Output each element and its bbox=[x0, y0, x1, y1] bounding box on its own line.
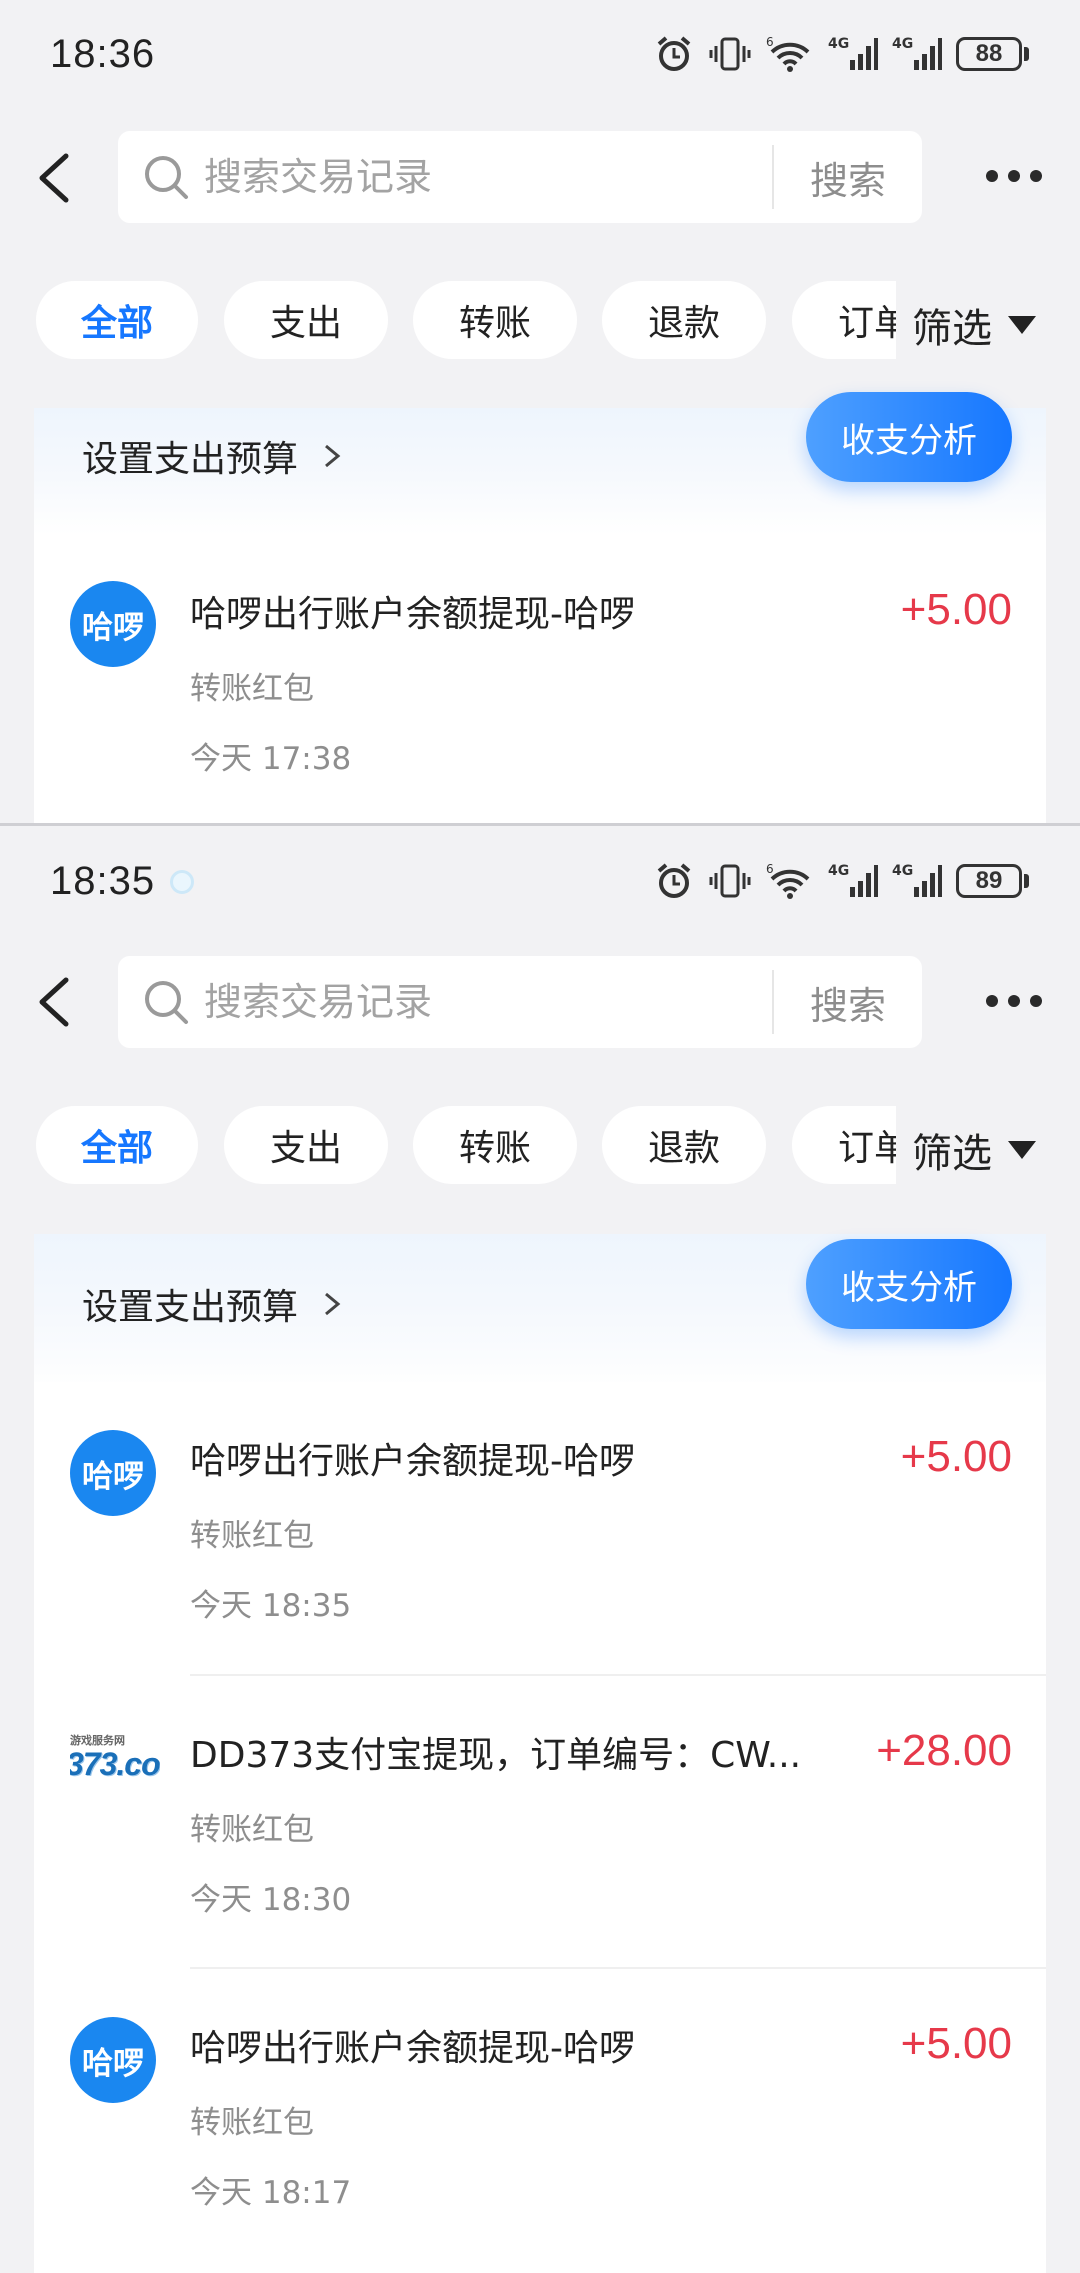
transaction-amount: +5.00 bbox=[900, 585, 1012, 634]
status-time: 18:35 bbox=[50, 859, 156, 903]
hello-logo-icon: 哈啰 bbox=[70, 2017, 156, 2103]
search-button[interactable]: 搜索 bbox=[774, 975, 922, 1030]
signal-4g-icon: 4G bbox=[828, 863, 878, 897]
tab-order-clip: 订单 bbox=[792, 1106, 896, 1184]
vibrate-icon bbox=[709, 37, 751, 71]
search-input[interactable] bbox=[202, 154, 772, 200]
status-icons: 6 4G 4G 88 bbox=[654, 34, 1029, 74]
battery-indicator: 89 bbox=[956, 864, 1029, 898]
wifi-icon: 6 bbox=[766, 35, 810, 72]
chevron-right-icon bbox=[325, 444, 341, 468]
back-arrow-icon[interactable] bbox=[26, 972, 86, 1032]
tab-order[interactable]: 订单 bbox=[792, 281, 896, 359]
filter-label: 筛选 bbox=[912, 306, 992, 352]
back-arrow-icon[interactable] bbox=[26, 148, 86, 208]
tab-order-clip: 订单 bbox=[792, 281, 896, 359]
tab-order[interactable]: 订单 bbox=[792, 1106, 896, 1184]
svg-text:4G: 4G bbox=[828, 863, 849, 879]
battery-level: 88 bbox=[956, 37, 1022, 71]
filter-label: 筛选 bbox=[912, 1131, 992, 1177]
tab-all[interactable]: 全部 bbox=[36, 281, 198, 359]
transaction-category: 转账红包 bbox=[190, 1812, 314, 1848]
tab-expense[interactable]: 支出 bbox=[224, 1106, 388, 1184]
signal-4g-icon: 4G bbox=[892, 863, 942, 897]
transaction-category: 转账红包 bbox=[190, 671, 314, 707]
transaction-row[interactable]: 哈啰 哈啰出行账户余额提现-哈啰 转账红包 今天 17:38 +5.00 bbox=[34, 535, 1046, 823]
tab-refund[interactable]: 退款 bbox=[602, 281, 766, 359]
battery-indicator: 88 bbox=[956, 37, 1029, 71]
search-bar: 搜索 bbox=[118, 131, 922, 223]
transaction-category: 转账红包 bbox=[190, 2105, 314, 2141]
search-button[interactable]: 搜索 bbox=[774, 150, 922, 205]
transaction-time: 今天 18:17 bbox=[190, 2175, 352, 2211]
filter-button[interactable]: 筛选 bbox=[912, 296, 1036, 354]
tab-refund[interactable]: 退款 bbox=[602, 1106, 766, 1184]
tab-all[interactable]: 全部 bbox=[36, 1106, 198, 1184]
search-icon bbox=[145, 981, 188, 1024]
dd373-logo-text: 373.com bbox=[70, 1746, 160, 1782]
more-options-icon[interactable] bbox=[986, 170, 1042, 182]
search-icon bbox=[145, 156, 188, 199]
hello-logo-icon: 哈啰 bbox=[70, 581, 156, 667]
income-expense-analysis-button[interactable]: 收支分析 bbox=[806, 392, 1012, 482]
dd373-logo-icon: 游戏服务网 373.com bbox=[70, 1732, 160, 1792]
filter-button[interactable]: 筛选 bbox=[912, 1121, 1036, 1179]
status-icons: 6 4G 4G 89 bbox=[654, 861, 1029, 901]
transaction-category: 转账红包 bbox=[190, 1518, 314, 1554]
svg-text:4G: 4G bbox=[892, 863, 913, 879]
transaction-title: 哈啰出行账户余额提现-哈啰 bbox=[190, 2028, 635, 2069]
tab-expense[interactable]: 支出 bbox=[224, 281, 388, 359]
dropdown-arrow-icon bbox=[1008, 316, 1036, 334]
transaction-title: 哈啰出行账户余额提现-哈啰 bbox=[190, 1441, 635, 1482]
transaction-time: 今天 17:38 bbox=[190, 741, 352, 777]
transaction-title: DD373支付宝提现，订单编号：CW... bbox=[190, 1735, 802, 1776]
tab-transfer[interactable]: 转账 bbox=[413, 281, 577, 359]
hello-logo-icon: 哈啰 bbox=[70, 1430, 156, 1516]
vibrate-icon bbox=[709, 864, 751, 898]
transaction-row[interactable]: 哈啰 哈啰出行账户余额提现-哈啰 转账红包 今天 18:35 +5.00 bbox=[34, 1382, 1046, 1676]
screenshot-panel-2: 18:35 6 4G 4G 89 搜索 全部 支出 转账 退款 订单 筛选 设置… bbox=[0, 826, 1080, 2273]
more-options-icon[interactable] bbox=[986, 995, 1042, 1007]
sync-indicator-icon bbox=[170, 870, 194, 894]
transaction-row[interactable]: 哈啰 哈啰出行账户余额提现-哈啰 转账红包 今天 18:17 +5.00 bbox=[34, 1969, 1046, 2273]
battery-level: 89 bbox=[956, 864, 1022, 898]
chevron-right-icon bbox=[325, 1292, 341, 1316]
svg-text:4G: 4G bbox=[892, 36, 913, 52]
transaction-amount: +5.00 bbox=[900, 1432, 1012, 1481]
budget-label: 设置支出预算 bbox=[82, 439, 299, 480]
alarm-icon bbox=[657, 36, 691, 71]
signal-4g-icon: 4G bbox=[828, 36, 878, 70]
svg-text:6: 6 bbox=[766, 862, 774, 876]
budget-label: 设置支出预算 bbox=[82, 1287, 299, 1328]
budget-setting-link[interactable]: 设置支出预算 bbox=[82, 1278, 344, 1330]
alarm-icon bbox=[657, 863, 691, 898]
transaction-amount: +5.00 bbox=[900, 2019, 1012, 2068]
wifi-icon: 6 bbox=[766, 862, 810, 899]
status-time: 18:36 bbox=[50, 32, 156, 76]
search-bar: 搜索 bbox=[118, 956, 922, 1048]
transaction-title: 哈啰出行账户余额提现-哈啰 bbox=[190, 594, 635, 635]
search-input[interactable] bbox=[202, 979, 772, 1025]
transaction-amount: +28.00 bbox=[876, 1726, 1012, 1775]
income-expense-analysis-button[interactable]: 收支分析 bbox=[806, 1239, 1012, 1329]
svg-text:4G: 4G bbox=[828, 36, 849, 52]
svg-text:6: 6 bbox=[766, 35, 774, 49]
transaction-time: 今天 18:30 bbox=[190, 1882, 352, 1918]
budget-setting-link[interactable]: 设置支出预算 bbox=[82, 430, 344, 482]
signal-4g-icon: 4G bbox=[892, 36, 942, 70]
dropdown-arrow-icon bbox=[1008, 1141, 1036, 1159]
tab-transfer[interactable]: 转账 bbox=[413, 1106, 577, 1184]
transaction-time: 今天 18:35 bbox=[190, 1588, 352, 1624]
screenshot-panel-1: 18:36 6 4G 4G 88 搜索 全部 支出 转账 退款 订单 筛选 设置… bbox=[0, 0, 1080, 823]
transaction-row[interactable]: 游戏服务网 373.com DD373支付宝提现，订单编号：CW... 转账红包… bbox=[34, 1676, 1046, 1969]
